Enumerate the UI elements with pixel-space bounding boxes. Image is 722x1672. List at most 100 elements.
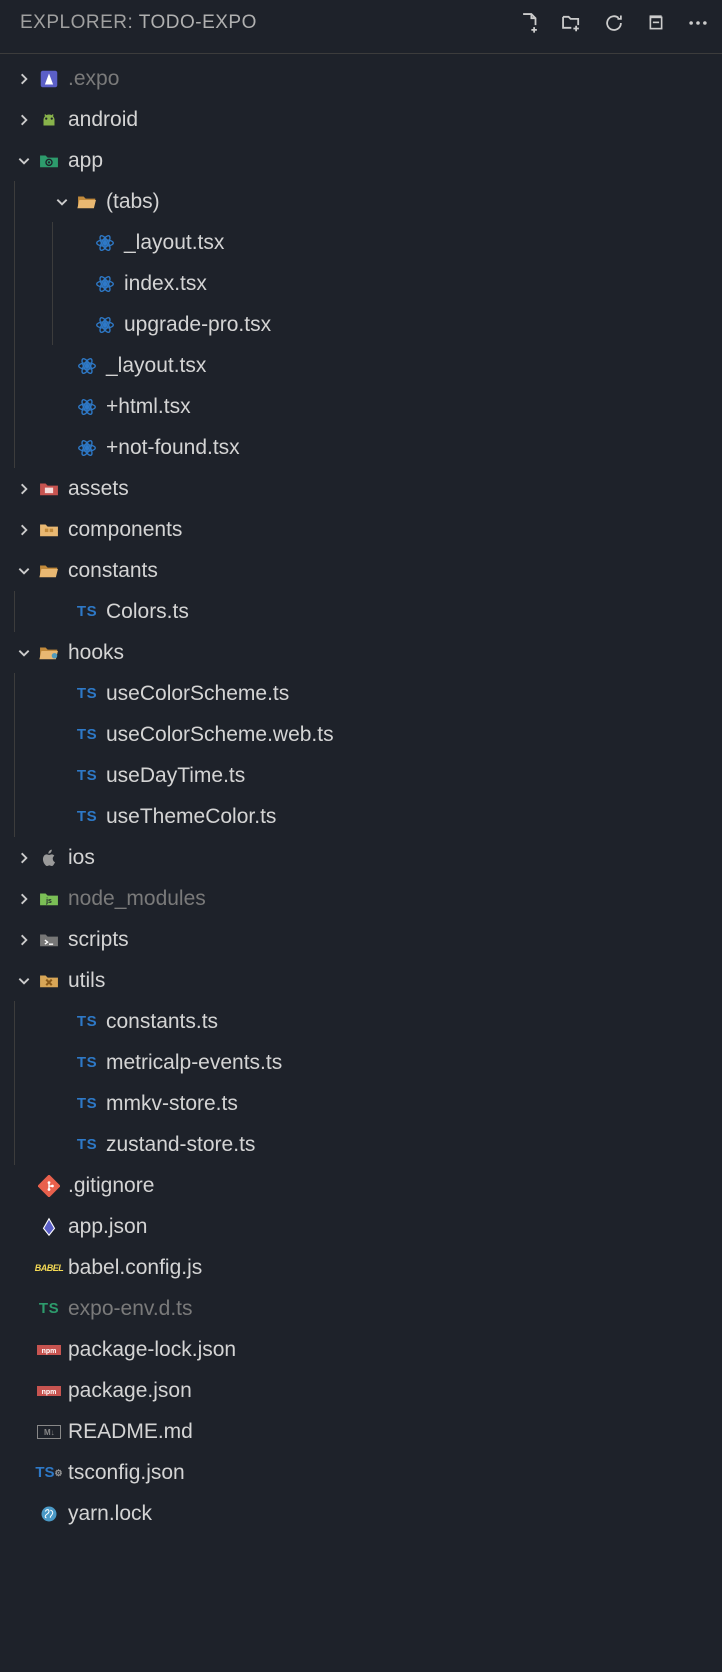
tree-item-label: babel.config.js (64, 1256, 202, 1280)
tree-row[interactable]: TSuseDayTime.ts (0, 755, 722, 796)
chevron-right-icon[interactable] (14, 851, 34, 865)
tree-item-label: app (64, 149, 103, 173)
tree-item-label: components (64, 518, 182, 542)
svg-text:M↓: M↓ (44, 1428, 55, 1437)
tree-item-label: .gitignore (64, 1174, 154, 1198)
tree-row[interactable]: +html.tsx (0, 386, 722, 427)
tree-item-label: node_modules (64, 887, 206, 911)
new-folder-icon[interactable] (560, 11, 584, 35)
tree-row[interactable]: TSColors.ts (0, 591, 722, 632)
chevron-right-icon[interactable] (14, 72, 34, 86)
chevron-right-icon[interactable] (14, 113, 34, 127)
tree-row[interactable]: components (0, 509, 722, 550)
tree-item-label: android (64, 108, 138, 132)
ts-icon: TS (72, 1095, 102, 1112)
svg-text:js: js (45, 898, 52, 905)
tree-row[interactable]: .expo (0, 58, 722, 99)
ts-icon: TS (72, 726, 102, 743)
explorer-title-label: EXPLORER: (16, 12, 139, 33)
tree-item-label: +html.tsx (102, 395, 191, 419)
tree-row[interactable]: hooks (0, 632, 722, 673)
yarn-icon (34, 1504, 64, 1524)
svg-text:npm: npm (42, 1348, 57, 1355)
tree-item-label: scripts (64, 928, 129, 952)
tree-row[interactable]: BABELbabel.config.js (0, 1247, 722, 1288)
tree-item-label: +not-found.tsx (102, 436, 240, 460)
explorer-header: EXPLORER: TODO-EXPO (0, 0, 722, 45)
tree-row[interactable]: utils (0, 960, 722, 1001)
tree-row[interactable]: scripts (0, 919, 722, 960)
tree-row[interactable]: app.json (0, 1206, 722, 1247)
npm-icon: npm (34, 1343, 64, 1357)
tree-row[interactable]: _layout.tsx (0, 345, 722, 386)
tree-row[interactable]: M↓ README.md (0, 1411, 722, 1452)
chevron-down-icon[interactable] (14, 646, 34, 660)
tree-row[interactable]: app (0, 140, 722, 181)
tree-row[interactable]: yarn.lock (0, 1493, 722, 1534)
assets-icon (34, 478, 64, 500)
utils-icon (34, 970, 64, 992)
ts-icon: TS (72, 1013, 102, 1030)
tree-row[interactable]: TSuseColorScheme.web.ts (0, 714, 722, 755)
chevron-down-icon[interactable] (14, 154, 34, 168)
tree-item-label: zustand-store.ts (102, 1133, 255, 1157)
tree-item-label: Colors.ts (102, 600, 189, 624)
tree-row[interactable]: TSzustand-store.ts (0, 1124, 722, 1165)
tree-row[interactable]: TSuseColorScheme.ts (0, 673, 722, 714)
tree-row[interactable]: TS⚙tsconfig.json (0, 1452, 722, 1493)
tree-row[interactable]: constants (0, 550, 722, 591)
chevron-down-icon[interactable] (14, 564, 34, 578)
tree-row[interactable]: assets (0, 468, 722, 509)
tree-row[interactable]: js node_modules (0, 878, 722, 919)
tree-row[interactable]: npmpackage-lock.json (0, 1329, 722, 1370)
tree-row[interactable]: +not-found.tsx (0, 427, 722, 468)
tree-item-label: constants (64, 559, 158, 583)
react-icon (72, 355, 102, 377)
tree-item-label: (tabs) (102, 190, 160, 214)
tree-row[interactable]: TSmetricalp-events.ts (0, 1042, 722, 1083)
folder-hooks-icon (34, 642, 64, 664)
chevron-right-icon[interactable] (14, 482, 34, 496)
tree-row[interactable]: ios (0, 837, 722, 878)
more-actions-icon[interactable] (686, 11, 710, 35)
tree-item-label: upgrade-pro.tsx (120, 313, 271, 337)
explorer-actions (518, 11, 710, 35)
chevron-right-icon[interactable] (14, 892, 34, 906)
explorer-panel: EXPLORER: TODO-EXPO (0, 0, 722, 1534)
tree-row[interactable]: android (0, 99, 722, 140)
tree-item-label: .expo (64, 67, 119, 91)
ts-icon: TS (72, 767, 102, 784)
tree-item-label: metricalp-events.ts (102, 1051, 282, 1075)
tree-item-label: expo-env.d.ts (64, 1297, 193, 1321)
tree-row[interactable]: _layout.tsx (0, 222, 722, 263)
tree-item-label: useColorScheme.web.ts (102, 723, 334, 747)
ts-icon: TS (72, 603, 102, 620)
tree-row[interactable]: TSconstants.ts (0, 1001, 722, 1042)
tree-row[interactable]: (tabs) (0, 181, 722, 222)
new-file-icon[interactable] (518, 11, 542, 35)
react-icon (72, 396, 102, 418)
ts-icon: TS (72, 1054, 102, 1071)
npm-icon: npm (34, 1384, 64, 1398)
md-icon: M↓ (34, 1424, 64, 1440)
tree-item-label: _layout.tsx (102, 354, 206, 378)
explorer-title: EXPLORER: TODO-EXPO (16, 12, 257, 34)
tree-item-label: package.json (64, 1379, 192, 1403)
tree-item-label: README.md (64, 1420, 193, 1444)
tree-row[interactable]: .gitignore (0, 1165, 722, 1206)
tree-item-label: yarn.lock (64, 1502, 152, 1526)
chevron-down-icon[interactable] (14, 974, 34, 988)
chevron-right-icon[interactable] (14, 523, 34, 537)
tree-row[interactable]: upgrade-pro.tsx (0, 304, 722, 345)
tree-row[interactable]: TSexpo-env.d.ts (0, 1288, 722, 1329)
collapse-folders-icon[interactable] (644, 11, 668, 35)
tree-row[interactable]: TSuseThemeColor.ts (0, 796, 722, 837)
tree-row[interactable]: TSmmkv-store.ts (0, 1083, 722, 1124)
chevron-down-icon[interactable] (52, 195, 72, 209)
ts-green-icon: TS (34, 1300, 64, 1317)
refresh-icon[interactable] (602, 11, 626, 35)
tree-row[interactable]: index.tsx (0, 263, 722, 304)
tree-row[interactable]: npmpackage.json (0, 1370, 722, 1411)
chevron-right-icon[interactable] (14, 933, 34, 947)
folder-gear-icon (34, 150, 64, 172)
